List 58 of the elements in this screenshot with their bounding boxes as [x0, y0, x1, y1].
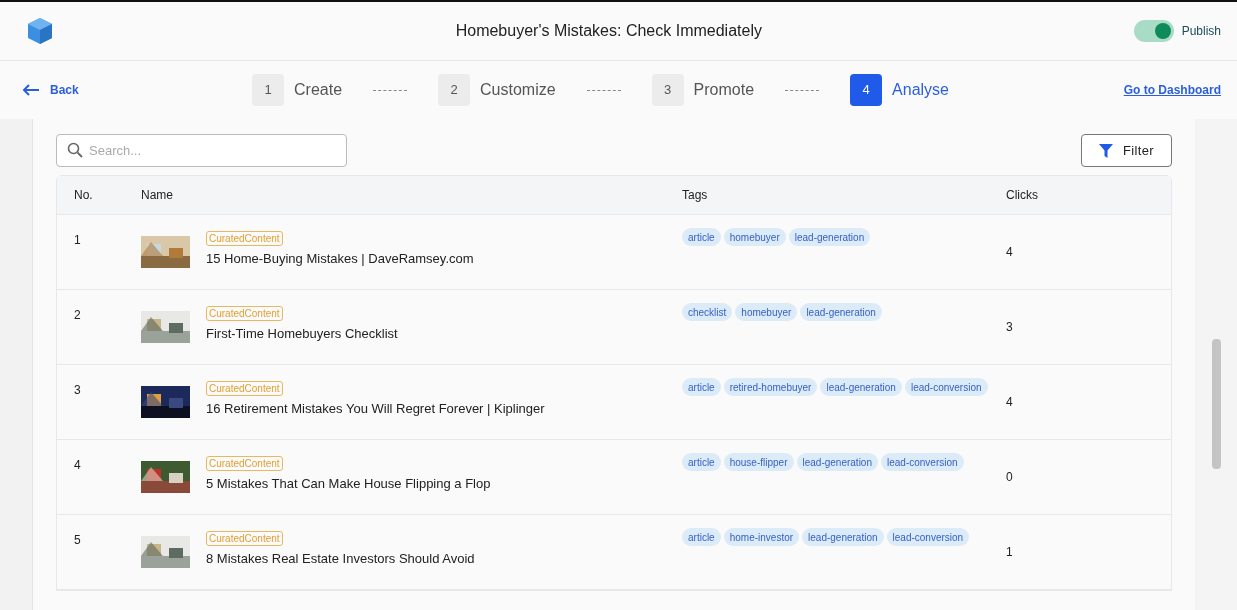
content-badge: CuratedContent	[206, 306, 283, 321]
filter-icon	[1099, 143, 1114, 158]
search-field[interactable]: Search...	[56, 134, 347, 167]
step-tab[interactable]: 2 Customize	[438, 74, 556, 106]
tag-chip: house-flipper	[723, 453, 794, 471]
content-badge: CuratedContent	[206, 456, 283, 471]
publish-toggle[interactable]	[1133, 20, 1174, 42]
cube-logo-icon	[26, 17, 54, 45]
content-title: 8 Mistakes Real Estate Investors Should Avoid	[206, 550, 475, 568]
step-tab[interactable]: 1 Create	[252, 74, 343, 106]
tag-chip: home-investor	[723, 528, 800, 546]
step-tab[interactable]: 4 Analyse	[850, 74, 949, 106]
content-badge: CuratedContent	[206, 231, 283, 246]
column-header: Name	[141, 187, 174, 204]
scrollbar-thumb[interactable]	[1211, 339, 1221, 469]
clicks-count: 4	[1006, 244, 1013, 261]
column-header: Clicks	[1006, 187, 1038, 204]
content-badge: CuratedContent	[206, 531, 283, 546]
clicks-count: 0	[1006, 469, 1013, 486]
row-number: 3	[73, 382, 82, 399]
content-title: First-Time Homebuyers Checklist	[206, 325, 398, 343]
row-number: 2	[73, 307, 82, 324]
tag-chip: lead-generation	[802, 528, 884, 546]
publish-label: Publish	[1181, 23, 1221, 40]
tag-chip: retired-homebuyer	[723, 378, 818, 396]
tag-chip: article	[682, 228, 721, 246]
tag-chip: lead-conversion	[904, 378, 988, 396]
tag-chip: checklist	[682, 303, 733, 321]
column-header: No.	[73, 187, 94, 204]
filter-button[interactable]: Filter	[1081, 134, 1172, 167]
tag-chip: article	[682, 528, 721, 546]
content-badge: CuratedContent	[206, 381, 283, 396]
row-number: 1	[73, 232, 82, 249]
clicks-count: 1	[1006, 544, 1013, 561]
page-title: Homebuyer's Mistakes: Check Immediately	[455, 21, 762, 41]
tag-chip: lead-generation	[796, 453, 878, 471]
clicks-count: 3	[1006, 319, 1013, 336]
row-number: 4	[73, 457, 82, 474]
arrow-left-icon	[22, 84, 40, 96]
content-title: 15 Home-Buying Mistakes | DaveRamsey.com	[206, 250, 474, 268]
tag-chip: lead-generation	[820, 378, 902, 396]
tag-chip: lead-generation	[800, 303, 882, 321]
back-link[interactable]: Back	[22, 81, 252, 99]
tag-chip: article	[682, 453, 721, 471]
tag-chip: homebuyer	[723, 228, 786, 246]
content-title: 5 Mistakes That Can Make House Flipping a Flop	[206, 475, 491, 493]
tag-chip: lead-conversion	[886, 528, 970, 546]
content-title: 16 Retirement Mistakes You Will Regret Forever | Kiplinger	[206, 400, 545, 418]
row-number: 5	[73, 532, 82, 549]
tag-chip: homebuyer	[735, 303, 798, 321]
tag-chip: article	[682, 378, 721, 396]
tag-chip: lead-conversion	[881, 453, 964, 471]
column-header: Tags	[682, 187, 709, 204]
dashboard-link[interactable]: Go to Dashboard	[1123, 81, 1221, 99]
step-tab[interactable]: 3 Promote	[651, 74, 755, 106]
clicks-count: 4	[1006, 394, 1013, 411]
search-icon	[67, 142, 83, 158]
tag-chip: lead-generation	[788, 228, 871, 246]
